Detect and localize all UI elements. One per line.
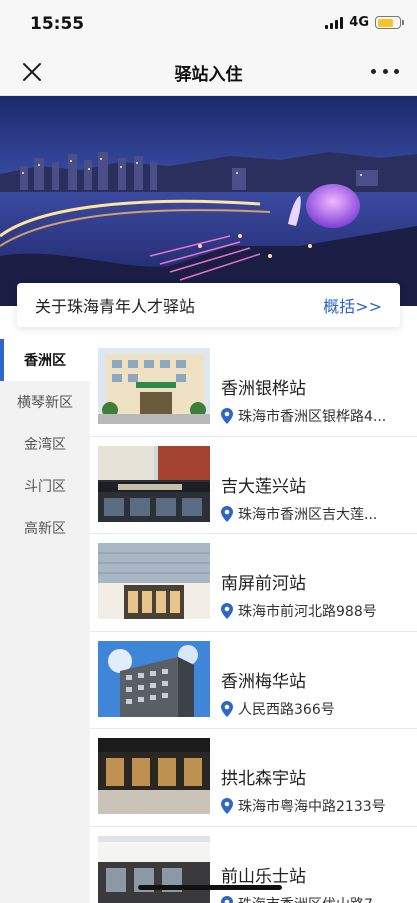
location-pin-icon (221, 895, 233, 903)
status-bar: 15:55 4G (0, 0, 417, 46)
station-address: 珠海市香洲区吉大莲... (221, 504, 411, 524)
station-address: 珠海市香洲区优山路7... (221, 894, 411, 903)
station-photo (98, 835, 210, 903)
station-address: 珠海市前河北路988号 (221, 601, 411, 621)
station-item[interactable]: 南屏前河站 珠海市前河北路988号 (90, 534, 417, 632)
station-list: 香洲银桦站 珠海市香洲区银桦路4... 吉大莲兴站 珠海市香洲区吉大莲... 南… (90, 339, 417, 903)
station-photo (98, 738, 210, 814)
station-name: 南屏前河站 (221, 574, 306, 594)
station-photo (98, 543, 210, 619)
station-address-text: 珠海市香洲区吉大莲... (238, 506, 378, 523)
home-indicator (138, 885, 282, 890)
district-sidebar: 香洲区 横琴新区 金湾区 斗门区 高新区 (0, 339, 90, 903)
district-tab-gaoxin[interactable]: 高新区 (0, 507, 90, 549)
station-address: 人民西路366号 (221, 699, 411, 719)
banner-image (0, 96, 417, 306)
district-tab-jinwan[interactable]: 金湾区 (0, 423, 90, 465)
district-tab-xiangzhou[interactable]: 香洲区 (0, 339, 90, 381)
station-address: 珠海市香洲区银桦路4... (221, 406, 411, 426)
battery-icon (375, 16, 404, 29)
about-title: 关于珠海青年人才驿站 (35, 297, 196, 316)
station-address: 珠海市粤海中路2133号 (221, 796, 411, 816)
district-tab-hengqin[interactable]: 横琴新区 (0, 381, 90, 423)
location-pin-icon (221, 505, 233, 522)
station-address-text: 珠海市前河北路988号 (238, 604, 377, 620)
more-dots-icon[interactable] (371, 60, 399, 82)
station-photo (98, 348, 210, 424)
location-pin-icon (221, 700, 233, 717)
status-indicators: 4G (325, 15, 404, 30)
about-card[interactable]: 关于珠海青年人才驿站 概括>> (17, 283, 400, 327)
network-label: 4G (349, 15, 369, 30)
overview-link[interactable]: 概括>> (323, 293, 382, 317)
nav-bar: 驿站入住 (0, 46, 417, 96)
location-pin-icon (221, 408, 233, 424)
station-item[interactable]: 吉大莲兴站 珠海市香洲区吉大莲... (90, 437, 417, 534)
page-title: 驿站入住 (174, 65, 243, 85)
station-address-text: 珠海市香洲区银桦路4... (238, 409, 387, 425)
station-item[interactable]: 香洲梅华站 人民西路366号 (90, 632, 417, 729)
location-pin-icon (221, 798, 233, 814)
station-name: 拱北森宇站 (221, 769, 306, 789)
status-time: 15:55 (30, 14, 85, 34)
station-photo (98, 445, 210, 522)
station-item[interactable]: 香洲银桦站 珠海市香洲区银桦路4... (90, 339, 417, 437)
station-address-text: 人民西路366号 (238, 701, 335, 718)
station-name: 香洲银桦站 (221, 379, 306, 399)
station-item[interactable]: 前山乐士站 珠海市香洲区优山路7... (90, 827, 417, 903)
station-photo (98, 640, 210, 717)
station-item[interactable]: 拱北森宇站 珠海市粤海中路2133号 (90, 729, 417, 827)
signal-icon (325, 16, 344, 29)
district-tab-doumen[interactable]: 斗门区 (0, 465, 90, 507)
location-pin-icon (221, 603, 233, 619)
station-address-text: 珠海市粤海中路2133号 (238, 799, 386, 815)
station-name: 吉大莲兴站 (221, 476, 306, 497)
station-address-text: 珠海市香洲区优山路7... (238, 894, 386, 903)
station-name: 香洲梅华站 (221, 671, 306, 692)
station-name: 前山乐士站 (221, 866, 306, 887)
